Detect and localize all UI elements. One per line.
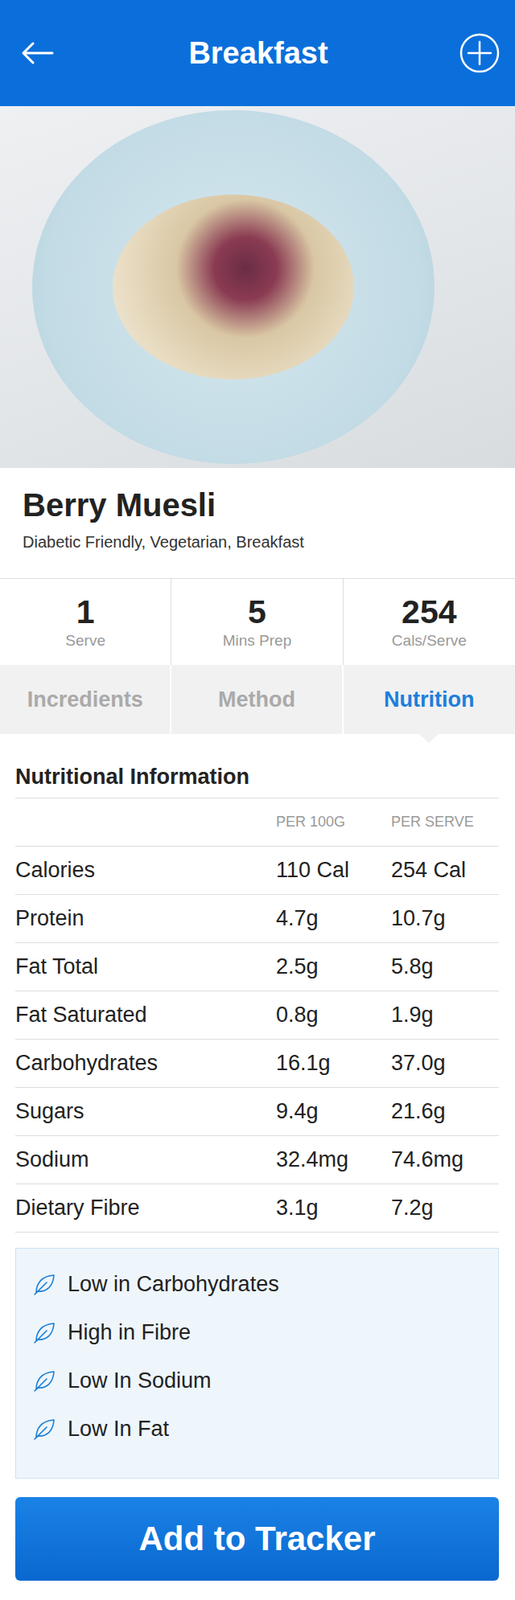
per-100g-value: 0.8g [276,1003,392,1029]
leaf-icon [32,1273,57,1298]
column-header: PER SERVE [391,814,499,832]
per-100g-value: 9.4g [276,1100,392,1125]
tab[interactable]: Method [171,665,343,735]
recipe-photo [0,106,515,469]
recipe-info: Berry Muesli Diabetic Friendly, Vegetaria… [0,468,515,579]
stat-item: 1Serve [0,579,172,666]
per-100g-value: 3.1g [276,1196,392,1222]
leaf-icon [32,1417,57,1442]
per-100g-value: 110 Cal [276,858,392,884]
recipe-screen: Breakfast Berry Muesli Diabetic Friendly, … [0,0,515,1600]
per-serve-value: 21.6g [391,1100,499,1125]
highlight-text: Low in Carbohydrates [67,1273,280,1298]
plus-circle-icon [458,32,501,75]
leaf-icon [32,1369,57,1394]
table-header: PER 100GPER SERVE [15,799,499,848]
per-100g-value: 2.5g [276,955,392,981]
per-serve-value: 254 Cal [391,858,499,884]
nutrient-name: Protein [15,906,277,932]
highlight-item: Low In Fat [32,1405,499,1455]
bowl-shape [32,110,435,465]
highlights-box: Low in Carbohydrates High in Fibre Low In … [15,1248,499,1480]
leaf-icon [32,1321,57,1346]
tab-pointer [419,734,439,744]
recipe-name: Berry Muesli [22,487,493,524]
recipe-tags: Diabetic Friendly, Vegetarian, Breakfast [22,533,493,553]
stat-label: Serve [65,632,106,651]
column-header: PER 100G [276,814,392,832]
header-title: Breakfast [188,36,328,71]
table-row: Carbohydrates16.1g37.0g [15,1040,499,1089]
table-row: Dietary Fibre3.1g7.2g [15,1185,499,1234]
stat-item: 254Cals/Serve [343,579,515,666]
stat-value: 1 [76,594,95,631]
stat-label: Mins Prep [222,632,293,651]
tab[interactable]: Nutrition [343,665,515,735]
highlight-item: High in Fibre [32,1309,499,1358]
nutrient-name: Dietary Fibre [15,1196,277,1222]
table-row: Sodium32.4mg74.6mg [15,1137,499,1186]
per-serve-value: 7.2g [391,1196,499,1222]
add-to-tracker-button[interactable]: Add to Tracker [15,1498,499,1583]
per-100g-value: 16.1g [276,1051,392,1077]
nutrition-title: Nutritional Information [15,734,499,800]
stat-label: Cals/Serve [391,632,467,651]
tab-bar: Incredients Method Nutrition [0,665,515,735]
add-button[interactable] [457,30,503,76]
per-serve-value: 10.7g [391,906,499,932]
table-row: Fat Saturated0.8g1.9g [15,992,499,1041]
highlight-text: Low In Fat [67,1417,169,1443]
highlight-item: Low In Sodium [32,1357,499,1406]
nutrition-panel: Nutritional InformationPER 100GPER SERVE… [0,734,515,1583]
table-row: Sugars9.4g21.6g [15,1088,499,1138]
header-bar: Breakfast [0,0,515,107]
nutrient-name: Sodium [15,1148,277,1174]
back-button[interactable] [14,30,60,76]
per-100g-value: 32.4mg [276,1148,392,1174]
highlight-item: Low in Carbohydrates [32,1260,499,1310]
stats-row: 1Serve5Mins Prep254Cals/Serve [0,578,515,666]
muesli-shape [112,194,355,380]
table-row: Protein4.7g10.7g [15,895,499,944]
nutrient-name: Sugars [15,1100,277,1125]
table-row: Calories110 Cal254 Cal [15,847,499,896]
stat-value: 254 [401,594,457,631]
per-serve-value: 1.9g [391,1003,499,1029]
per-100g-value: 4.7g [276,906,392,932]
table-row: Fat Total2.5g5.8g [15,943,499,993]
stat-value: 5 [247,594,267,631]
nutrient-name: Fat Total [15,955,277,981]
tab[interactable]: Incredients [0,665,172,735]
per-serve-value: 5.8g [391,955,499,981]
nutrient-name: Fat Saturated [15,1003,277,1029]
highlight-text: High in Fibre [67,1321,191,1347]
per-serve-value: 74.6mg [391,1148,499,1174]
stat-item: 5Mins Prep [171,579,343,666]
nutrient-name: Calories [15,858,277,884]
highlight-text: Low In Sodium [67,1369,212,1395]
nutrient-name: Carbohydrates [15,1051,277,1077]
per-serve-value: 37.0g [391,1051,499,1077]
back-arrow-icon [20,41,54,66]
